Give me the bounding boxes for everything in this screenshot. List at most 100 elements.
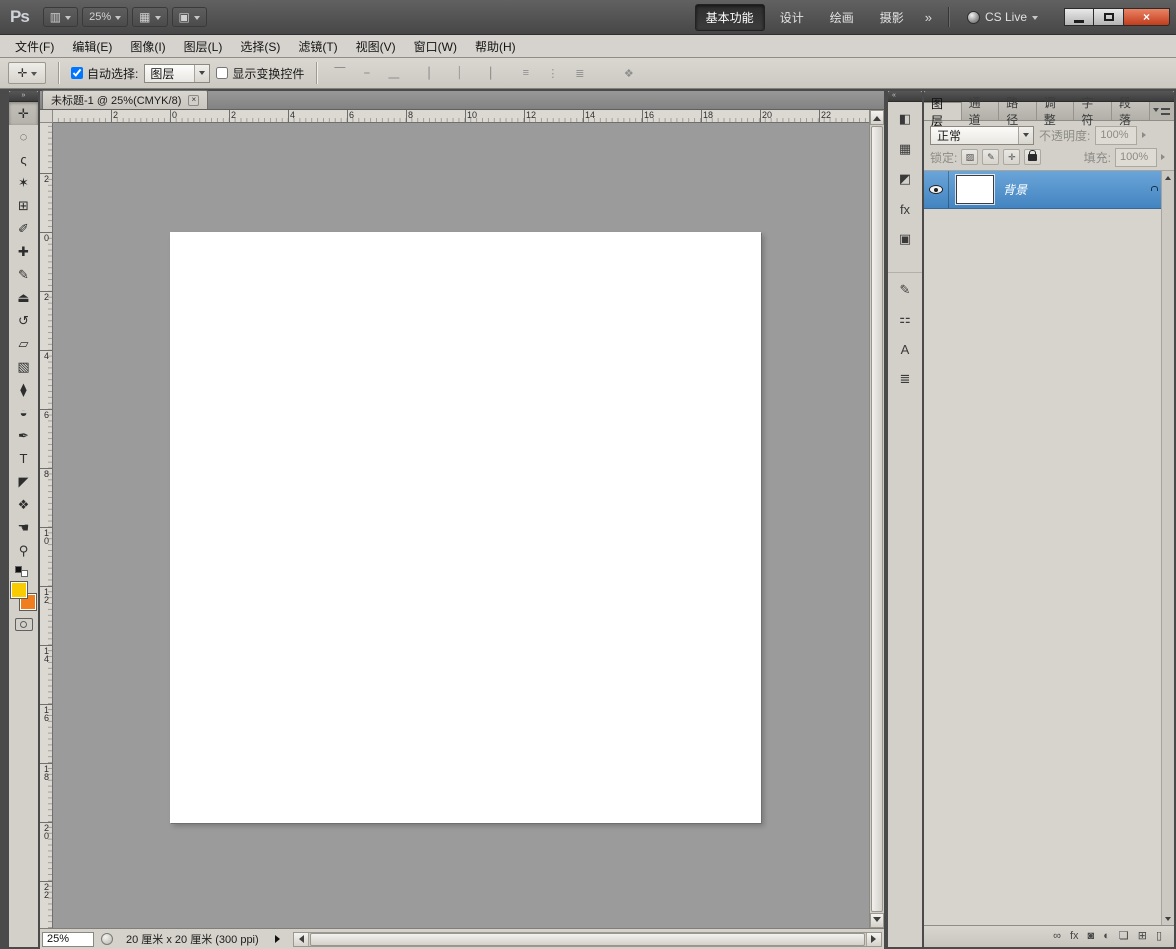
path-selection-tool[interactable]: ◤ bbox=[9, 470, 38, 493]
align-left-edges-icon[interactable]: ▏ bbox=[422, 63, 443, 83]
toolbox-header[interactable]: » bbox=[9, 91, 38, 102]
menu-item[interactable]: 编辑(E) bbox=[63, 35, 121, 58]
brush-tool[interactable]: ✎ bbox=[9, 263, 38, 286]
panel-tab[interactable]: 段落 bbox=[1112, 102, 1150, 120]
new-group-icon[interactable]: ❏ bbox=[1119, 931, 1129, 942]
canvas-viewport[interactable] bbox=[53, 123, 869, 928]
scroll-down-button[interactable] bbox=[870, 913, 884, 928]
horizontal-scrollbar[interactable] bbox=[293, 932, 882, 947]
panel-tab[interactable]: 调整 bbox=[1037, 102, 1075, 120]
stepper-arrow-icon[interactable] bbox=[1161, 154, 1168, 160]
workspace-button[interactable]: 设计 bbox=[769, 4, 815, 31]
vertical-scrollbar-thumb[interactable] bbox=[871, 126, 883, 912]
close-button[interactable]: × bbox=[1124, 8, 1170, 26]
layer-name[interactable]: 背景 bbox=[1003, 181, 1150, 198]
lock-all-icon[interactable] bbox=[1024, 149, 1041, 165]
tool-preset-button[interactable]: ✛ bbox=[8, 62, 46, 84]
scroll-left-button[interactable] bbox=[294, 933, 309, 946]
status-zoom-field[interactable]: 25% bbox=[42, 932, 94, 947]
ruler-origin-corner[interactable] bbox=[40, 110, 53, 123]
show-transform-checkbox[interactable] bbox=[216, 67, 228, 79]
view-extras-button[interactable]: ▥ bbox=[43, 7, 78, 27]
workspace-more-button[interactable]: » bbox=[919, 8, 938, 27]
styles-panel-icon[interactable]: ◩ bbox=[888, 166, 922, 192]
history-brush-tool[interactable]: ↺ bbox=[9, 309, 38, 332]
panel-scrollbar[interactable] bbox=[1161, 171, 1174, 925]
distribute-vertical-centers-icon[interactable]: ⋮ bbox=[542, 63, 563, 83]
vertical-scrollbar[interactable] bbox=[869, 110, 884, 928]
workspace-button[interactable]: 摄影 bbox=[869, 4, 915, 31]
auto-select-checkbox[interactable] bbox=[71, 67, 83, 79]
workspace-button[interactable]: 绘画 bbox=[819, 4, 865, 31]
new-layer-icon[interactable]: ⊞ bbox=[1138, 931, 1147, 942]
type-tool[interactable]: T bbox=[9, 447, 38, 470]
gradient-tool[interactable]: ▧ bbox=[9, 355, 38, 378]
minimize-button[interactable] bbox=[1064, 8, 1094, 26]
panel-tab[interactable]: 路径 bbox=[999, 102, 1037, 120]
link-layers-icon[interactable]: ∞ bbox=[1053, 931, 1061, 942]
clone-stamp-tool[interactable]: ⏏ bbox=[9, 286, 38, 309]
foreground-color-swatch[interactable] bbox=[11, 582, 27, 598]
menu-item[interactable]: 滤镜(T) bbox=[289, 35, 346, 58]
spot-healing-brush-tool[interactable]: ✚ bbox=[9, 240, 38, 263]
elliptical-marquee-tool[interactable]: ◌ bbox=[9, 125, 38, 148]
color-panel-icon[interactable]: ◧ bbox=[888, 106, 922, 132]
custom-shape-tool[interactable]: ❖ bbox=[9, 493, 38, 516]
blend-mode-dropdown[interactable]: 正常 bbox=[930, 126, 1034, 145]
auto-align-layers-icon[interactable]: ❖ bbox=[618, 63, 639, 83]
menu-item[interactable]: 帮助(H) bbox=[466, 35, 525, 58]
auto-select-target-dropdown[interactable]: 图层 bbox=[144, 64, 210, 83]
opacity-value[interactable]: 100% bbox=[1095, 126, 1137, 145]
menu-item[interactable]: 选择(S) bbox=[231, 35, 289, 58]
menu-item[interactable]: 文件(F) bbox=[6, 35, 63, 58]
dock-collapse-button[interactable]: « bbox=[888, 91, 922, 102]
add-layer-mask-icon[interactable]: ◙ bbox=[1088, 931, 1095, 942]
workspace-button[interactable]: 基本功能 bbox=[695, 4, 765, 31]
lock-image-pixels-icon[interactable]: ✎ bbox=[982, 149, 999, 165]
hand-tool[interactable]: ☚ bbox=[9, 516, 38, 539]
dodge-tool[interactable]: ◒ bbox=[9, 401, 38, 424]
status-flyout-button[interactable] bbox=[272, 932, 286, 947]
screen-mode-button[interactable]: ▣ bbox=[172, 7, 207, 27]
distribute-bottom-edges-icon[interactable]: ≣ bbox=[569, 63, 590, 83]
document-canvas[interactable] bbox=[170, 232, 761, 823]
brush-panel-icon[interactable]: ✎ bbox=[888, 272, 922, 302]
menu-item[interactable]: 图像(I) bbox=[121, 35, 174, 58]
new-adjustment-layer-icon[interactable]: ◐ bbox=[1103, 931, 1110, 942]
quick-mask-button[interactable] bbox=[15, 618, 33, 631]
character-panel-icon[interactable]: A bbox=[888, 336, 922, 362]
align-vertical-centers-icon[interactable]: ⎯ bbox=[356, 63, 377, 83]
layer-thumbnail[interactable] bbox=[956, 175, 994, 204]
stepper-arrow-icon[interactable] bbox=[1142, 132, 1149, 138]
crop-tool[interactable]: ⊞ bbox=[9, 194, 38, 217]
restore-button[interactable] bbox=[1094, 8, 1124, 26]
eraser-tool[interactable]: ▱ bbox=[9, 332, 38, 355]
layer-comps-panel-icon[interactable]: ≣ bbox=[888, 366, 922, 392]
pen-tool[interactable]: ✒ bbox=[9, 424, 38, 447]
zoom-level-button[interactable]: 25% bbox=[82, 7, 128, 27]
背景[interactable]: 背景 bbox=[924, 171, 1161, 209]
histogram-panel-icon[interactable]: ▣ bbox=[888, 226, 922, 252]
align-right-edges-icon[interactable]: ▕ bbox=[476, 63, 497, 83]
default-colors-button[interactable] bbox=[9, 565, 38, 579]
horizontal-scrollbar-thumb[interactable] bbox=[310, 933, 865, 946]
layer-styles-panel-icon[interactable]: fx bbox=[888, 196, 922, 222]
lock-transparent-pixels-icon[interactable]: ▨ bbox=[961, 149, 978, 165]
layer-style-icon[interactable]: fx bbox=[1070, 931, 1079, 942]
panel-tab[interactable]: 通道 bbox=[962, 102, 1000, 120]
align-horizontal-centers-icon[interactable]: │ bbox=[449, 63, 470, 83]
cs-live-button[interactable]: CS Live bbox=[959, 7, 1046, 27]
quick-selection-tool[interactable]: ✶ bbox=[9, 171, 38, 194]
panel-tab[interactable]: 图层 bbox=[924, 102, 962, 120]
scroll-up-button[interactable] bbox=[870, 110, 884, 125]
blur-tool[interactable]: ⧫ bbox=[9, 378, 38, 401]
panel-tab[interactable]: 字符 bbox=[1074, 102, 1112, 120]
panel-menu-button[interactable] bbox=[1150, 102, 1174, 120]
status-menu-icon[interactable] bbox=[101, 933, 113, 945]
layer-visibility-toggle[interactable] bbox=[924, 171, 949, 208]
document-tab[interactable]: 未标题-1 @ 25%(CMYK/8) × bbox=[42, 90, 208, 109]
menu-item[interactable]: 视图(V) bbox=[347, 35, 405, 58]
align-bottom-edges-icon[interactable]: ⎽ bbox=[383, 63, 404, 83]
move-tool[interactable]: ✛ bbox=[9, 102, 38, 125]
tab-close-button[interactable]: × bbox=[188, 95, 199, 106]
